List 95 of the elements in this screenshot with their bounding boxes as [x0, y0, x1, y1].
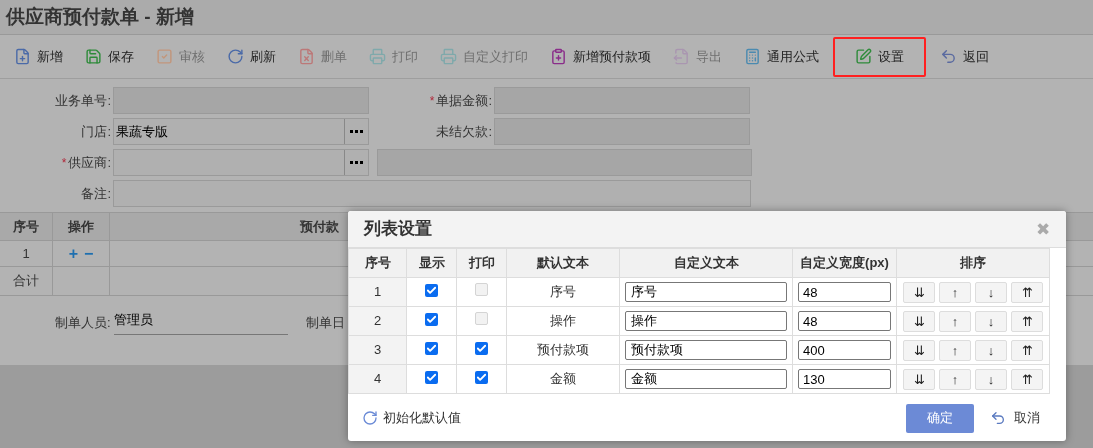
sort-button[interactable]: ⇈ — [1011, 368, 1043, 390]
sort-button[interactable]: ⇈ — [1011, 281, 1043, 303]
toolbar-button[interactable]: 保存 — [77, 36, 142, 77]
file-x-icon — [298, 48, 315, 65]
column-header: 打印 — [456, 248, 507, 278]
field-label: 未结欠款: — [436, 122, 492, 141]
column-header: 排序 — [896, 248, 1050, 278]
toolbar-button[interactable]: 设置 — [833, 36, 926, 77]
field-label: 制单人员: — [55, 313, 111, 332]
column-header: 序号 — [0, 213, 53, 240]
custom-text-field[interactable]: 金额 — [625, 369, 787, 389]
window-title: 供应商预付款单 - 新增 — [6, 4, 194, 29]
custom-text-field[interactable]: 预付款项 — [625, 340, 787, 360]
column-header: 自定义文本 — [619, 248, 793, 278]
clipboard-plus-icon — [550, 48, 567, 65]
custom-text-field[interactable]: 序号 — [625, 282, 787, 302]
file-plus-icon — [14, 48, 31, 65]
checkbox[interactable] — [425, 342, 438, 356]
row-number: 2 — [348, 306, 407, 336]
row-number: 1 — [348, 277, 407, 307]
checkbox[interactable] — [475, 283, 488, 297]
row-number: 4 — [348, 364, 407, 394]
printer-icon — [440, 48, 457, 65]
checkbox[interactable] — [475, 371, 488, 385]
sort-button[interactable]: ⇊ — [903, 339, 935, 361]
text-field[interactable] — [113, 87, 369, 114]
refresh-icon — [227, 48, 244, 65]
sort-button[interactable]: ↑ — [939, 368, 971, 390]
sort-button[interactable]: ↓ — [975, 339, 1007, 361]
sort-button[interactable]: ⇈ — [1011, 310, 1043, 332]
field-value: 果蔬专版 — [115, 123, 169, 141]
save-icon — [85, 48, 102, 65]
total-label: 合计 — [0, 267, 53, 295]
edit-icon — [855, 48, 872, 65]
field-label: 备注: — [81, 184, 111, 203]
checkbox[interactable] — [425, 313, 438, 327]
check-square-icon — [156, 48, 173, 65]
file-export-icon — [673, 48, 690, 65]
picker-field[interactable]: 果蔬专版 — [113, 118, 369, 145]
column-header: 操作 — [53, 213, 110, 240]
row-number: 3 — [348, 335, 407, 365]
sort-button[interactable]: ⇈ — [1011, 339, 1043, 361]
default-text-cell: 预付款项 — [506, 335, 620, 365]
checkbox[interactable] — [475, 312, 488, 326]
default-text-cell: 操作 — [506, 306, 620, 336]
creator-field: 管理员 — [113, 310, 288, 335]
sort-button[interactable]: ↓ — [975, 368, 1007, 390]
default-text-cell: 序号 — [506, 277, 620, 307]
field-label: 门店: — [81, 122, 111, 141]
width-field[interactable]: 130 — [798, 369, 891, 389]
sort-button[interactable]: ⇊ — [903, 310, 935, 332]
cancel-button[interactable]: 取消 — [990, 408, 1040, 428]
required-mark: * — [61, 154, 67, 172]
required-mark: * — [429, 92, 435, 110]
sort-button[interactable]: ⇊ — [903, 368, 935, 390]
sort-button[interactable]: ↑ — [939, 281, 971, 303]
custom-text-field[interactable]: 操作 — [625, 311, 787, 331]
checkbox[interactable] — [425, 284, 438, 298]
refresh-icon — [362, 410, 378, 426]
column-header: 显示 — [406, 248, 457, 278]
toolbar-button[interactable]: 新增预付款项 — [542, 36, 659, 77]
picker-field[interactable] — [113, 149, 369, 176]
field-label: 单据金额: — [436, 91, 492, 110]
field-label: 业务单号: — [55, 91, 111, 110]
checkbox[interactable] — [475, 342, 488, 356]
sort-button[interactable]: ↑ — [939, 339, 971, 361]
toolbar-button[interactable]: 新增 — [6, 36, 71, 77]
printer-icon — [369, 48, 386, 65]
checkbox[interactable] — [425, 371, 438, 385]
toolbar-button[interactable]: 通用公式 — [736, 36, 827, 77]
width-field[interactable]: 48 — [798, 311, 891, 331]
undo-icon — [990, 410, 1006, 426]
toolbar-button[interactable]: 返回 — [932, 36, 997, 77]
dialog-title: 列表设置 — [364, 218, 432, 241]
text-field[interactable] — [494, 87, 750, 114]
column-header: 预付款 — [299, 217, 339, 236]
width-field[interactable]: 400 — [798, 340, 891, 360]
sort-button[interactable]: ↑ — [939, 310, 971, 332]
default-text-cell: 金额 — [506, 364, 620, 394]
sort-button[interactable]: ↓ — [975, 310, 1007, 332]
column-header: 自定义宽度(px) — [792, 248, 897, 278]
column-header: 默认文本 — [506, 248, 620, 278]
calculator-icon — [744, 48, 761, 65]
width-field[interactable]: 48 — [798, 282, 891, 302]
column-header: 序号 — [348, 248, 407, 278]
field-label: 供应商: — [68, 153, 111, 172]
toolbar-button[interactable]: 刷新 — [219, 36, 284, 77]
field-label: 制单日 — [305, 313, 345, 332]
text-field[interactable] — [494, 118, 750, 145]
row-number: 1 — [0, 241, 53, 266]
undo-icon — [940, 48, 957, 65]
remark-field[interactable] — [113, 180, 751, 207]
reset-link[interactable]: 初始化默认值 — [362, 408, 461, 428]
sort-button[interactable]: ⇊ — [903, 281, 935, 303]
sort-button[interactable]: ↓ — [975, 281, 1007, 303]
